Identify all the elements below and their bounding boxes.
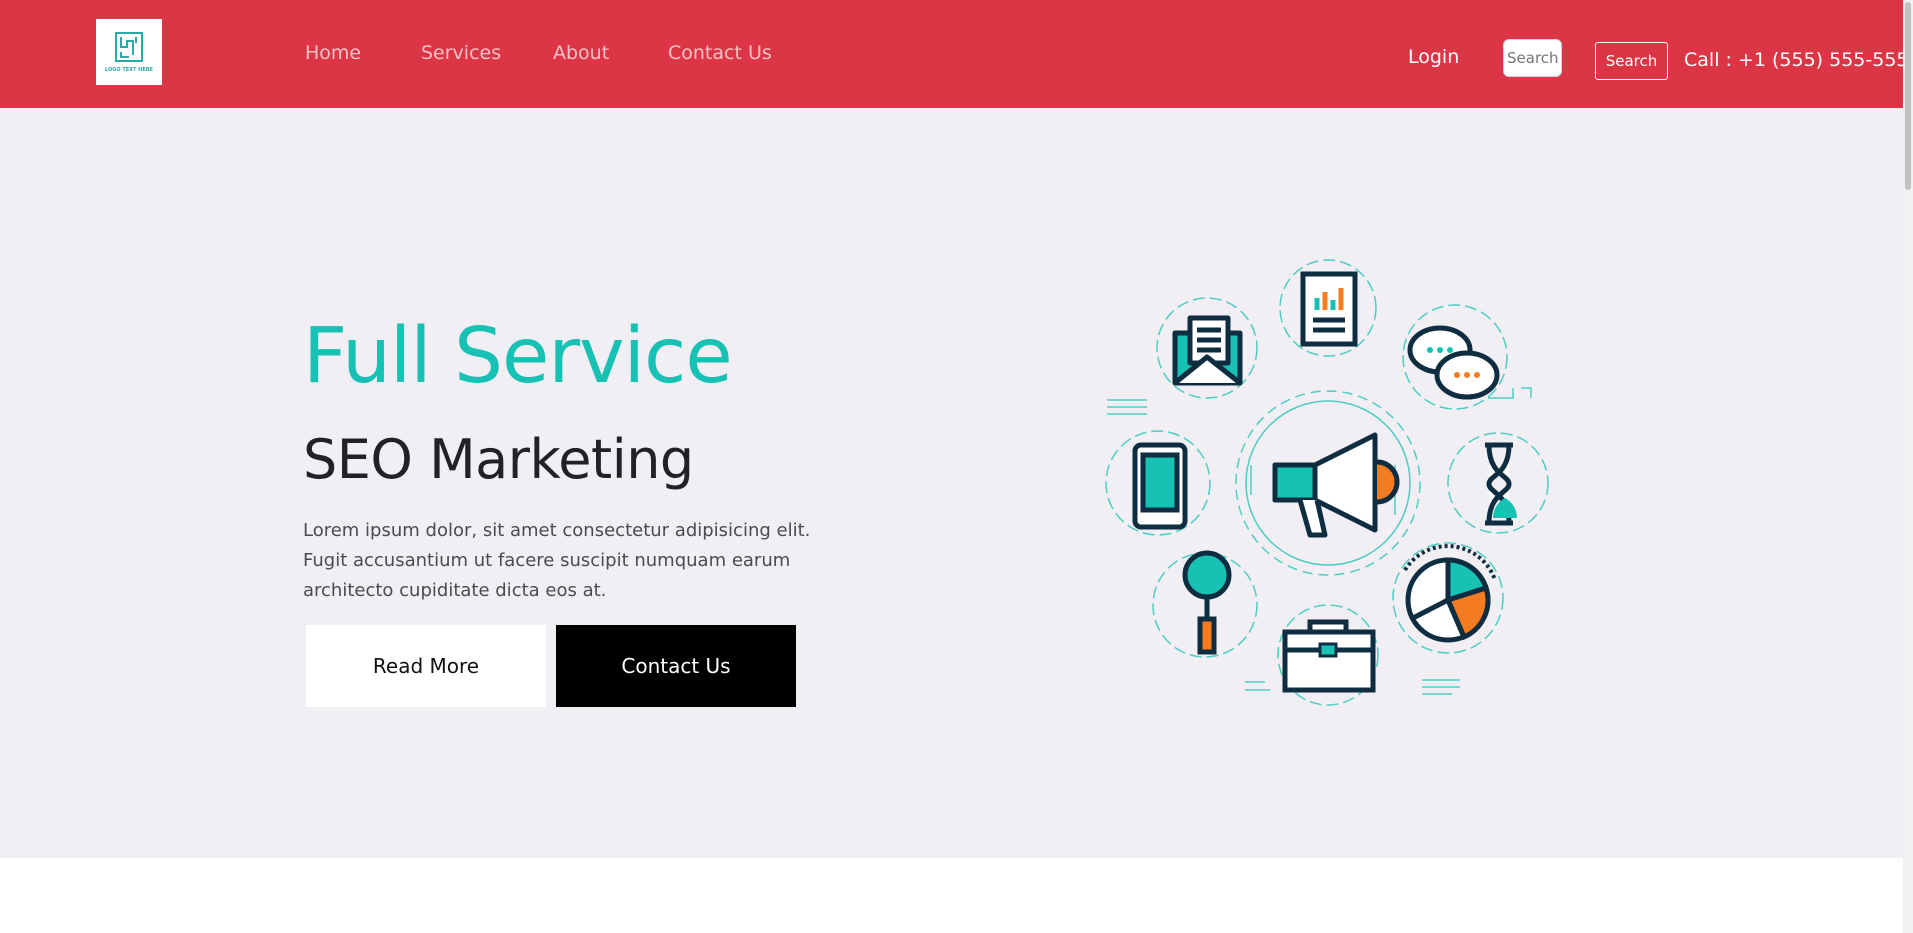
hero-title: Full Service <box>303 312 733 401</box>
scrollbar-thumb[interactable] <box>1905 2 1911 190</box>
next-section <box>0 858 1903 933</box>
hero-description: Lorem ipsum dolor, sit amet consectetur … <box>303 520 811 601</box>
seo-marketing-illustration <box>1105 259 1549 706</box>
phone-number: Call : +1 (555) 555-5555 <box>1684 49 1913 71</box>
top-navbar: LOGO TEXT HERE Home Services About Conta… <box>0 0 1913 108</box>
nav-contact-us[interactable]: Contact Us <box>668 42 772 64</box>
search-button[interactable]: Search <box>1595 42 1668 80</box>
logo[interactable]: LOGO TEXT HERE <box>96 19 162 85</box>
read-more-button[interactable]: Read More <box>306 625 546 707</box>
contact-us-button[interactable]: Contact Us <box>556 625 796 707</box>
hero-section <box>0 108 1903 858</box>
svg-text:LOGO TEXT HERE: LOGO TEXT HERE <box>105 67 154 73</box>
login-link[interactable]: Login <box>1408 46 1459 68</box>
nav-home[interactable]: Home <box>305 42 361 64</box>
logo-icon: LOGO TEXT HERE <box>105 32 154 73</box>
search-input[interactable] <box>1503 39 1562 77</box>
page-scrollbar[interactable] <box>1903 0 1913 933</box>
nav-services[interactable]: Services <box>421 42 501 64</box>
hero-subtitle: SEO Marketing <box>303 428 694 491</box>
nav-about[interactable]: About <box>553 42 609 64</box>
